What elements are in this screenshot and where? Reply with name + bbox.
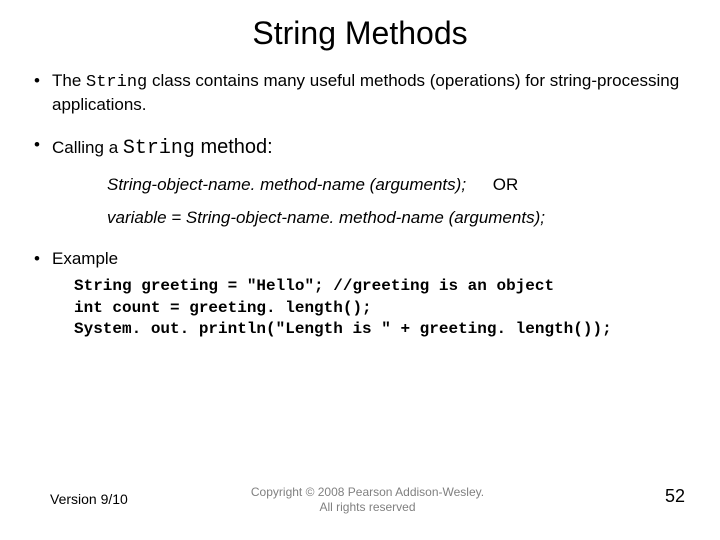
b2-post: method:: [195, 136, 273, 158]
syntax1: String-object-name. method-name (argumen…: [107, 175, 466, 194]
code-line-2: int count = greeting. length();: [74, 298, 690, 320]
b1-post: class contains many useful methods (oper…: [52, 71, 679, 114]
syntax-line-2: variable = String-object-name. method-na…: [107, 207, 690, 230]
code-box: String greeting = "Hello"; //greeting is…: [74, 276, 690, 341]
b1-pre: The: [52, 71, 86, 90]
bullet-3: Example String greeting = "Hello"; //gre…: [30, 248, 690, 341]
slide: String Methods The String class contains…: [0, 0, 720, 540]
b2-pre: Calling a: [52, 138, 123, 157]
copyright-l1: Copyright © 2008 Pearson Addison-Wesley.: [251, 485, 484, 499]
code-line-3: System. out. println("Length is " + gree…: [74, 319, 690, 341]
b2-code: String: [123, 137, 195, 160]
syntax2: variable = String-object-name. method-na…: [107, 208, 545, 227]
b1-code: String: [86, 73, 147, 92]
bullet-list: The String class contains many useful me…: [30, 70, 690, 341]
footer: Version 9/10 Copyright © 2008 Pearson Ad…: [0, 485, 720, 515]
or-text: OR: [493, 175, 519, 194]
copyright-l2: All rights reserved: [319, 500, 415, 514]
syntax-block: String-object-name. method-name (argumen…: [107, 174, 690, 230]
bullet-2: Calling a String method: String-object-n…: [30, 134, 690, 230]
syntax-line-1: String-object-name. method-name (argumen…: [107, 174, 690, 197]
bullet-1: The String class contains many useful me…: [30, 70, 690, 116]
footer-version: Version 9/10: [50, 491, 128, 507]
code-line-1: String greeting = "Hello"; //greeting is…: [74, 276, 690, 298]
b3-label: Example: [52, 249, 118, 268]
footer-page-number: 52: [665, 486, 685, 507]
page-title: String Methods: [30, 15, 690, 52]
footer-copyright: Copyright © 2008 Pearson Addison-Wesley.…: [50, 485, 685, 515]
